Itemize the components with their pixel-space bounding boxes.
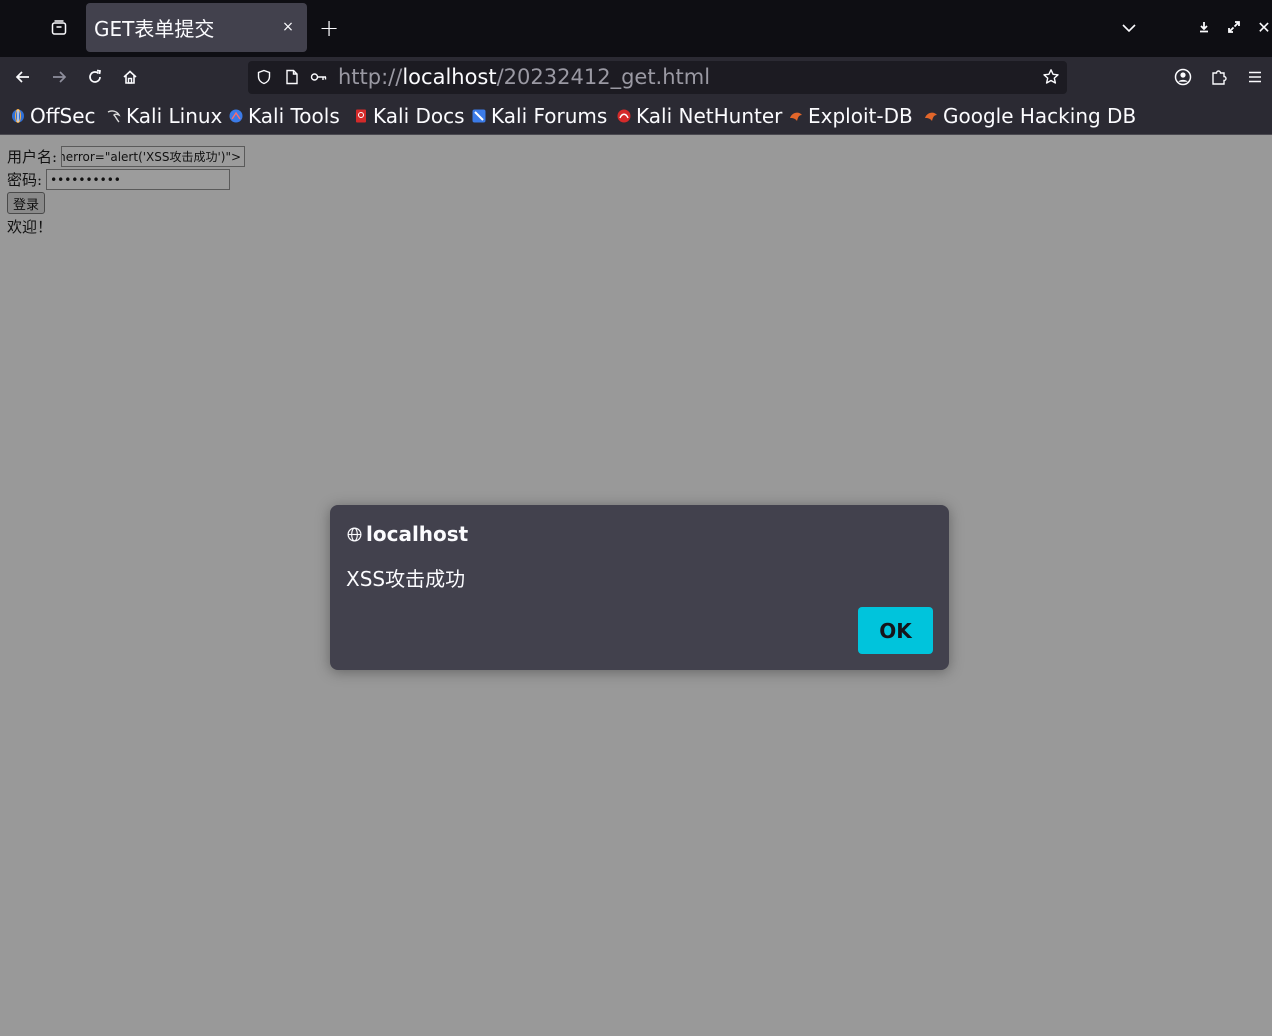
password-label: 密码: [7,171,43,189]
dialog-header: localhost [346,522,468,546]
username-row: 用户名: <img src=x onerror="alert('XSS攻击成功'… [7,145,246,168]
forward-button[interactable] [44,62,74,92]
tab-title: GET表单提交 [94,17,215,41]
minimize-button[interactable] [1192,15,1216,39]
tracking-protection-shield-icon[interactable] [254,67,274,87]
minimize-icon [1200,22,1208,33]
kali-dragon-icon [107,110,121,123]
close-window-button[interactable]: ✕ [1252,15,1272,39]
username-input[interactable]: <img src=x onerror="alert('XSS攻击成功')"> [61,146,246,167]
active-tab[interactable]: GET表单提交 × [86,3,307,52]
key-icon[interactable] [309,67,329,87]
ghdb-icon [925,112,937,121]
chevron-down-icon [1122,24,1136,33]
bookmark-label: Google Hacking DB [943,104,1137,128]
tab-overview-button[interactable] [44,13,74,43]
reload-icon [89,69,101,83]
app-menu-button[interactable] [1240,62,1270,92]
bookmarks-toolbar: OffSec Kali Linux Kali Tools Kali Docs K… [0,97,1272,135]
home-button[interactable] [115,62,145,92]
home-icon [123,70,137,84]
bookmark-star-icon[interactable] [1041,67,1061,87]
welcome-message: 欢迎！ [7,218,53,236]
bookmark-kali-linux[interactable]: Kali Linux [107,103,222,129]
maximize-icon [1228,21,1240,33]
password-input[interactable]: •••••••••• [46,169,231,190]
navigation-toolbar: http://localhost/20232412_get.html [0,57,1272,97]
kali-tools-icon [229,109,243,123]
page-info-icon[interactable] [282,67,302,87]
back-arrow-icon [15,71,29,83]
reload-button[interactable] [80,62,110,92]
bookmark-label: Kali Docs [373,104,465,128]
password-row: 密码: •••••••••• [7,168,245,191]
dialog-message: XSS攻击成功 [346,567,466,591]
extensions-puzzle-icon [1212,70,1227,85]
bookmark-label: Kali Tools [248,104,340,128]
bookmark-label: Kali NetHunter [636,104,783,128]
account-button[interactable] [1168,62,1198,92]
login-button[interactable]: 登录 [7,192,46,214]
url-path: /20232412_get.html [496,65,711,89]
new-tab-button[interactable]: + [314,13,344,43]
globe-icon [346,526,362,542]
tab-overview-icon [51,20,67,35]
login-form: 用户名: <img src=x onerror="alert('XSS攻击成功'… [7,145,246,238]
bookmark-google-hacking-db[interactable]: Google Hacking DB [924,103,1136,129]
offsec-icon [12,109,24,123]
tab-strip: GET表单提交 × + ✕ [0,0,1272,57]
username-input-value: <img src=x onerror="alert('XSS攻击成功')"> [61,150,242,164]
kali-forums-icon [472,109,486,123]
bookmark-label: Kali Forums [491,104,608,128]
back-button[interactable] [8,62,38,92]
alert-dialog: localhost XSS攻击成功 OK [330,505,949,670]
maximize-button[interactable] [1222,15,1246,39]
username-label: 用户名: [7,148,58,166]
bookmark-label: Kali Linux [126,104,223,128]
bookmark-kali-nethunter[interactable]: Kali NetHunter [617,103,782,129]
url-host: localhost [402,65,497,89]
dialog-title: localhost [366,522,469,546]
account-icon [1174,68,1192,86]
exploit-db-icon [790,112,802,121]
address-bar[interactable]: http://localhost/20232412_get.html [248,61,1067,94]
bookmark-exploit-db[interactable]: Exploit-DB [789,103,913,129]
forward-arrow-icon [53,71,67,83]
url-scheme: http:// [338,65,403,89]
bookmark-kali-docs[interactable]: Kali Docs [354,103,465,129]
url-text[interactable]: http://localhost/20232412_get.html [338,65,710,90]
bookmark-kali-tools[interactable]: Kali Tools [229,103,340,129]
ok-button[interactable]: OK [858,607,933,654]
kali-docs-icon [356,109,366,123]
nethunter-icon [617,109,631,123]
extensions-button[interactable] [1204,62,1234,92]
submit-row: 登录 [7,191,245,214]
password-input-value: •••••••••• [50,172,121,187]
tab-close-icon[interactable]: × [277,16,299,38]
bookmark-kali-forums[interactable]: Kali Forums [472,103,607,129]
bookmark-label: Exploit-DB [808,104,913,128]
list-all-tabs-button[interactable] [1116,13,1142,43]
bookmark-label: OffSec [30,104,96,128]
bookmark-offsec[interactable]: OffSec [11,103,96,129]
hamburger-menu-icon [1249,71,1261,83]
